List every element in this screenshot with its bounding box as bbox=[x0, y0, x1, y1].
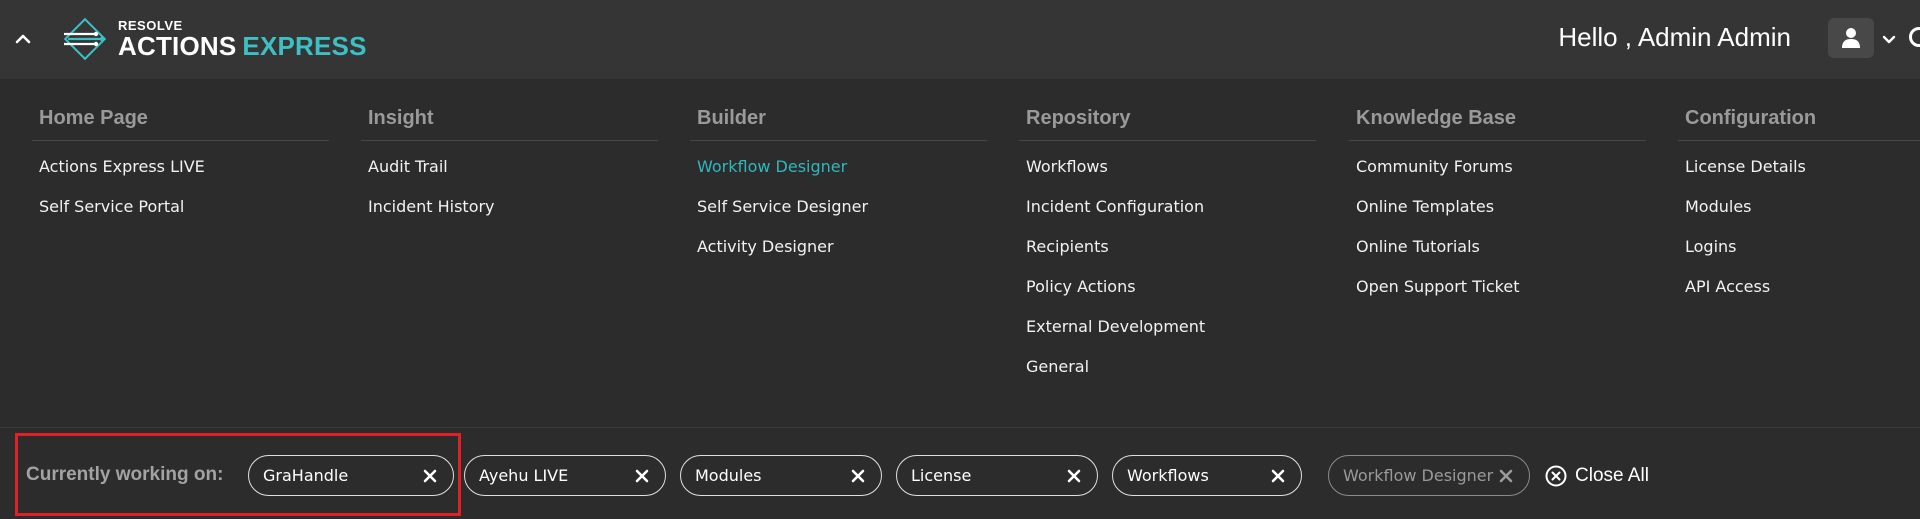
menu-item-api-access[interactable]: API Access bbox=[1678, 267, 1920, 307]
logo-text: RESOLVE ACTIONS EXPRESS bbox=[118, 19, 367, 59]
menu-list: Workflow Designer Self Service Designer … bbox=[690, 141, 987, 267]
chevron-down-icon bbox=[1882, 35, 1896, 43]
menu-item-community-forums[interactable]: Community Forums bbox=[1349, 147, 1646, 187]
menu-item-logins[interactable]: Logins bbox=[1678, 227, 1920, 267]
menu-item-online-templates[interactable]: Online Templates bbox=[1349, 187, 1646, 227]
menu-item-activity-designer[interactable]: Activity Designer bbox=[690, 227, 987, 267]
menu-item-self-service-designer[interactable]: Self Service Designer bbox=[690, 187, 987, 227]
menu-column-builder: Builder Workflow Designer Self Service D… bbox=[690, 105, 987, 267]
app-logo[interactable]: RESOLVE ACTIONS EXPRESS bbox=[60, 10, 367, 68]
close-icon bbox=[1271, 469, 1285, 483]
close-icon bbox=[1067, 469, 1081, 483]
top-bar: RESOLVE ACTIONS EXPRESS Hello , Admin Adm… bbox=[0, 0, 1920, 79]
user-avatar-button[interactable] bbox=[1828, 18, 1874, 58]
close-all-button[interactable]: Close All bbox=[1545, 464, 1649, 488]
menu-item-external-development[interactable]: External Development bbox=[1019, 307, 1316, 347]
close-tab-button[interactable] bbox=[1497, 467, 1515, 485]
menu-item-online-tutorials[interactable]: Online Tutorials bbox=[1349, 227, 1646, 267]
menu-item-workflows[interactable]: Workflows bbox=[1019, 147, 1316, 187]
close-tab-button[interactable] bbox=[849, 467, 867, 485]
menu-column-insight: Insight Audit Trail Incident History bbox=[361, 105, 658, 227]
menu-item-open-support-ticket[interactable]: Open Support Ticket bbox=[1349, 267, 1646, 307]
open-tab-label: Workflows bbox=[1127, 466, 1209, 485]
logo-mark-icon bbox=[63, 17, 107, 61]
open-tab-modules[interactable]: Modules bbox=[680, 455, 882, 496]
close-icon bbox=[635, 469, 649, 483]
menu-item-license-details[interactable]: License Details bbox=[1678, 147, 1920, 187]
close-tab-button[interactable] bbox=[633, 467, 651, 485]
menu-list: Workflows Incident Configuration Recipie… bbox=[1019, 141, 1316, 387]
menu-item-audit-trail[interactable]: Audit Trail bbox=[361, 147, 658, 187]
logo-title: ACTIONS EXPRESS bbox=[118, 33, 367, 59]
logo-word-express: EXPRESS bbox=[242, 31, 367, 61]
menu-item-self-service-portal[interactable]: Self Service Portal bbox=[32, 187, 329, 227]
menu-heading-repository: Repository bbox=[1019, 105, 1316, 141]
menu-list: Audit Trail Incident History bbox=[361, 141, 658, 227]
currently-working-label: Currently working on: bbox=[26, 464, 224, 485]
menu-item-general[interactable]: General bbox=[1019, 347, 1316, 387]
close-icon bbox=[423, 469, 437, 483]
menu-item-incident-history[interactable]: Incident History bbox=[361, 187, 658, 227]
menu-heading-configuration: Configuration bbox=[1678, 105, 1920, 141]
open-tab-grahandle[interactable]: GraHandle bbox=[248, 455, 454, 496]
menu-item-modules[interactable]: Modules bbox=[1678, 187, 1920, 227]
menu-item-incident-configuration[interactable]: Incident Configuration bbox=[1019, 187, 1316, 227]
menu-list: License Details Modules Logins API Acces… bbox=[1678, 141, 1920, 307]
open-tab-workflows[interactable]: Workflows bbox=[1112, 455, 1302, 496]
open-tab-label: Workflow Designer bbox=[1343, 466, 1494, 485]
menu-heading-home-page: Home Page bbox=[32, 105, 329, 141]
menu-heading-builder: Builder bbox=[690, 105, 987, 141]
close-tab-button[interactable] bbox=[421, 467, 439, 485]
user-menu-toggle[interactable] bbox=[1880, 26, 1898, 52]
open-tab-label: GraHandle bbox=[263, 466, 349, 485]
menu-heading-knowledge-base: Knowledge Base bbox=[1349, 105, 1646, 141]
help-icon[interactable] bbox=[1909, 27, 1920, 47]
close-icon bbox=[1499, 469, 1513, 483]
menu-item-recipients[interactable]: Recipients bbox=[1019, 227, 1316, 267]
close-tab-button[interactable] bbox=[1065, 467, 1083, 485]
menu-column-repository: Repository Workflows Incident Configurat… bbox=[1019, 105, 1316, 387]
open-tab-label: License bbox=[911, 466, 972, 485]
open-tabs-bar: Currently working on: GraHandle Ayehu LI… bbox=[0, 427, 1920, 519]
menu-item-policy-actions[interactable]: Policy Actions bbox=[1019, 267, 1316, 307]
menu-column-configuration: Configuration License Details Modules Lo… bbox=[1678, 105, 1920, 307]
menu-list: Actions Express LIVE Self Service Portal bbox=[32, 141, 329, 227]
close-tab-button[interactable] bbox=[1269, 467, 1287, 485]
open-tab-workflow-designer[interactable]: Workflow Designer bbox=[1328, 455, 1530, 496]
close-icon bbox=[851, 469, 865, 483]
menu-column-home-page: Home Page Actions Express LIVE Self Serv… bbox=[32, 105, 329, 227]
open-tab-label: Modules bbox=[695, 466, 762, 485]
open-tab-label: Ayehu LIVE bbox=[479, 466, 569, 485]
menu-heading-insight: Insight bbox=[361, 105, 658, 141]
menu-item-workflow-designer[interactable]: Workflow Designer bbox=[690, 147, 987, 187]
logo-word-actions: ACTIONS bbox=[118, 31, 237, 61]
collapse-menu-button[interactable] bbox=[10, 26, 36, 52]
menu-list: Community Forums Online Templates Online… bbox=[1349, 141, 1646, 307]
circle-close-icon bbox=[1545, 465, 1567, 487]
open-tab-ayehu-live[interactable]: Ayehu LIVE bbox=[464, 455, 666, 496]
menu-column-knowledge-base: Knowledge Base Community Forums Online T… bbox=[1349, 105, 1646, 307]
close-all-label: Close All bbox=[1575, 465, 1649, 486]
chevron-up-icon bbox=[15, 34, 31, 44]
open-tab-license[interactable]: License bbox=[896, 455, 1098, 496]
main-menu-panel: Home Page Actions Express LIVE Self Serv… bbox=[0, 79, 1920, 427]
user-greeting: Hello , Admin Admin bbox=[1558, 22, 1791, 52]
user-icon bbox=[1842, 28, 1860, 48]
menu-item-actions-express-live[interactable]: Actions Express LIVE bbox=[32, 147, 329, 187]
